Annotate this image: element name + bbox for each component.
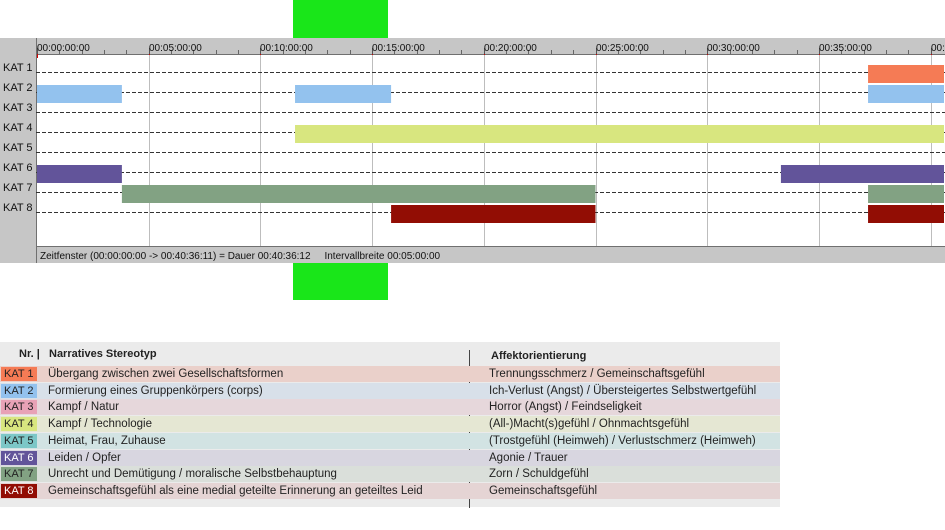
timeline-chart[interactable]: 00:00:00:00 00:05:00:00 00:10:00:00 00:15:0… bbox=[0, 38, 945, 263]
legend-stereotype-text: Heimat, Frau, Zuhause bbox=[48, 434, 166, 447]
time-tick-label: 00:25:00:00 bbox=[596, 43, 649, 54]
timeline-bar-kat-2[interactable] bbox=[37, 85, 122, 103]
legend-stereotype-text: Übergang zwischen zwei Gesellschaftsform… bbox=[48, 368, 284, 380]
legend-header-stereotype: Narratives Stereotyp bbox=[49, 348, 157, 360]
legend-kat-badge: KAT 3 bbox=[1, 400, 37, 415]
legend-affekt-text: Agonie / Trauer bbox=[489, 451, 568, 464]
time-tick-label: 00:20:00:00 bbox=[484, 43, 537, 54]
legend-row: KAT 5 Heimat, Frau, Zuhause (Trostgefühl (… bbox=[0, 432, 780, 449]
legend-kat-badge: KAT 2 bbox=[1, 383, 37, 398]
legend-row: KAT 6 Leiden / Opfer Agonie / Trauer bbox=[0, 449, 780, 466]
status-text: Zeitfenster (00:00:00:00 -> 00:40:36:11)… bbox=[40, 251, 441, 262]
legend-stereotype-text: Leiden / Opfer bbox=[48, 451, 121, 464]
row-label-kat-6: KAT 6 bbox=[3, 162, 33, 174]
row-label-kat-2: KAT 2 bbox=[3, 82, 33, 94]
timeline-bar-kat-8[interactable] bbox=[868, 205, 945, 223]
timeline-bar-kat-7[interactable] bbox=[121, 185, 596, 203]
time-tick-label: 00:05:00:00 bbox=[149, 43, 202, 54]
legend-row: KAT 3 Kampf / Natur Horror (Angst) / Feind… bbox=[0, 399, 780, 416]
timeline-bar-kat-4[interactable] bbox=[295, 125, 945, 143]
legend-header-nr: Nr. | bbox=[19, 348, 40, 360]
timeline-bar-kat-2[interactable] bbox=[868, 85, 945, 103]
legend-kat-badge: KAT 8 bbox=[1, 483, 37, 498]
row-label-kat-4: KAT 4 bbox=[3, 122, 33, 134]
highlight-marker-top bbox=[293, 0, 388, 38]
legend-kat-badge: KAT 1 bbox=[1, 367, 37, 381]
legend-stereotype-text: Formierung eines Gruppenkörpers (corps) bbox=[48, 384, 263, 397]
legend-affekt-text: (All-)Macht(s)gefühl / Ohnmachtsgefühl bbox=[489, 418, 690, 431]
row-label-kat-1: KAT 1 bbox=[3, 62, 33, 74]
legend-kat-badge: KAT 6 bbox=[1, 450, 37, 465]
legend-row: KAT 2 Formierung eines Gruppenkörpers (co… bbox=[0, 382, 780, 399]
legend-kat-badge: KAT 5 bbox=[1, 433, 37, 448]
legend-stereotype-text: Unrecht und Demütigung / moralische Selb… bbox=[48, 468, 337, 481]
time-tick-label: 00:35:00:00 bbox=[819, 43, 872, 54]
legend-row: KAT 8 Gemeinschaftsgefühl als eine medial… bbox=[0, 482, 780, 499]
legend-row: KAT 4 Kampf / Technologie (All-)Macht(s)ge… bbox=[0, 416, 780, 433]
time-tick-label: 00:40:00:00 bbox=[931, 43, 945, 54]
legend-affekt-text: Horror (Angst) / Feindseligkeit bbox=[489, 401, 642, 414]
legend-affekt-text: Trennungsschmerz / Gemeinschaftsgefühl bbox=[489, 368, 705, 380]
legend-header-affekt: Affektorientierung bbox=[491, 350, 587, 362]
row-label-kat-3: KAT 3 bbox=[3, 102, 33, 114]
timeline-bar-kat-7[interactable] bbox=[868, 185, 945, 203]
legend-affekt-text: Ich-Verlust (Angst) / Übersteigertes Sel… bbox=[489, 384, 757, 397]
legend-affekt-text: (Trostgefühl (Heimweh) / Verlustschmerz … bbox=[489, 434, 756, 447]
time-tick-label: 00:15:00:00 bbox=[372, 43, 425, 54]
time-tick-label: 00:00:00:00 bbox=[37, 43, 90, 54]
legend-row: KAT 7 Unrecht und Demütigung / moralische… bbox=[0, 466, 780, 483]
timeline-bar-kat-2[interactable] bbox=[295, 85, 392, 103]
row-label-kat-7: KAT 7 bbox=[3, 182, 33, 194]
timeline-svg: 00:00:00:00 00:05:00:00 00:10:00:00 00:15:0… bbox=[3, 38, 945, 263]
row-label-kat-8: KAT 8 bbox=[3, 202, 33, 214]
highlight-marker-bottom bbox=[293, 263, 388, 300]
legend-stereotype-text: Kampf / Natur bbox=[48, 401, 119, 414]
timeline-bar-kat-8[interactable] bbox=[391, 205, 596, 223]
legend-table: Nr. | Narratives Stereotyp Affektorienti… bbox=[0, 342, 780, 508]
legend-kat-badge: KAT 4 bbox=[1, 417, 37, 432]
row-label-kat-5: KAT 5 bbox=[3, 142, 33, 154]
legend-affekt-text: Zorn / Schuldgefühl bbox=[489, 468, 589, 481]
timeline-bar-kat-6[interactable] bbox=[37, 165, 122, 183]
time-tick-label: 00:30:00:00 bbox=[707, 43, 760, 54]
timeline-bar-kat-1[interactable] bbox=[868, 65, 945, 83]
legend-stereotype-text: Kampf / Technologie bbox=[48, 418, 152, 431]
legend-kat-badge: KAT 7 bbox=[1, 467, 37, 482]
legend-stereotype-text: Gemeinschaftsgefühl als eine medial gete… bbox=[48, 484, 423, 497]
time-tick-label: 00:10:00:00 bbox=[260, 43, 313, 54]
legend-affekt-text: Gemeinschaftsgefühl bbox=[489, 484, 598, 497]
legend-row: KAT 1 Übergang zwischen zwei Gesellschaft… bbox=[0, 366, 780, 382]
timeline-bar-kat-6[interactable] bbox=[780, 165, 945, 183]
